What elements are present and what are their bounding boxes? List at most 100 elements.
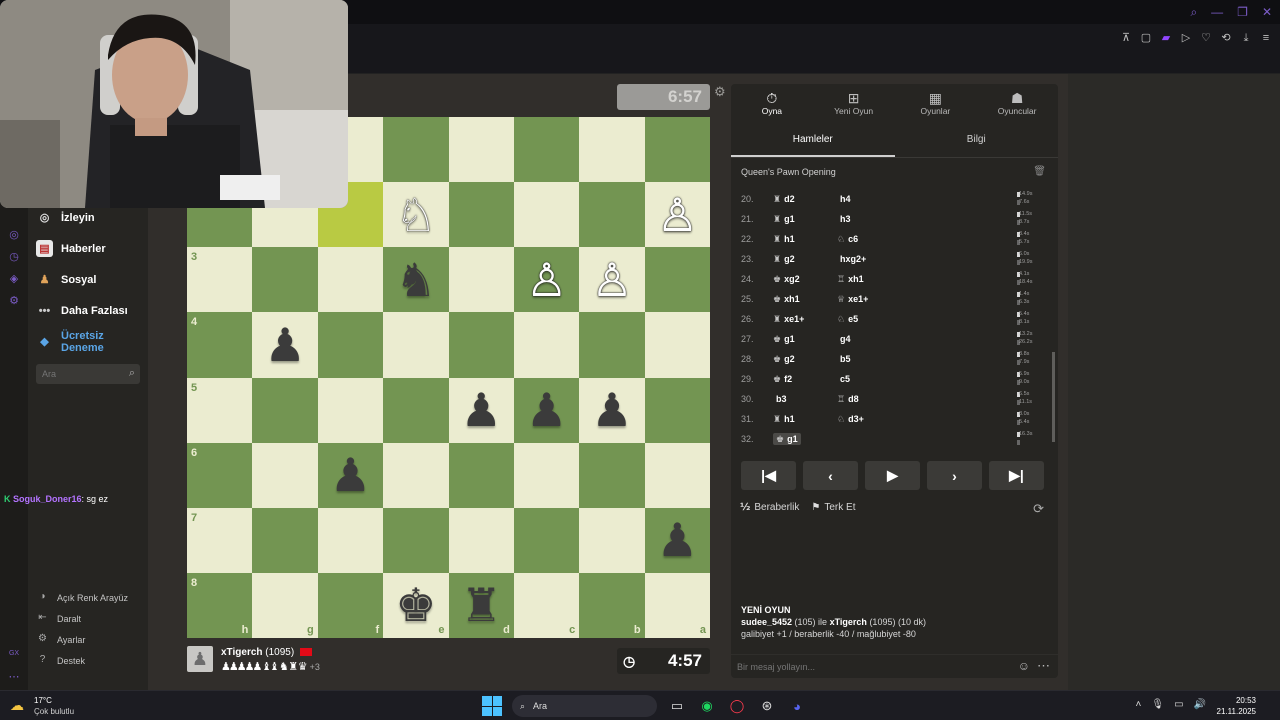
square-c7[interactable] <box>513 507 580 573</box>
nav-social[interactable]: ♟ Sosyal <box>36 271 97 288</box>
black-move[interactable] <box>837 434 840 445</box>
square-g7[interactable] <box>252 507 318 573</box>
square-e7[interactable] <box>383 507 449 573</box>
square-d2[interactable] <box>448 182 514 248</box>
discord-icon[interactable]: ◕ <box>787 696 807 716</box>
collapse-button[interactable]: ⇤ Daralt <box>36 612 81 625</box>
maximize-icon[interactable]: ❐ <box>1237 5 1248 20</box>
light-theme-toggle[interactable]: ◑ Açık Renk Arayüz <box>36 591 128 604</box>
square-b5[interactable]: ♟ <box>579 377 645 443</box>
square-e2[interactable]: ♘ <box>383 182 449 248</box>
white-move[interactable]: ♚ xg2 <box>773 274 800 285</box>
dots-icon[interactable]: ⋯ <box>7 670 21 684</box>
square-f4[interactable] <box>317 312 384 378</box>
square-e3[interactable]: ♞ <box>383 247 449 313</box>
square-d7[interactable] <box>448 507 514 573</box>
square-f5[interactable] <box>317 377 384 443</box>
taskbar-search[interactable]: ⌕ Ara <box>512 695 657 717</box>
square-b7[interactable] <box>579 507 645 573</box>
download-icon[interactable]: ⤓ <box>1240 32 1252 44</box>
square-d6[interactable] <box>448 442 514 508</box>
square-h7[interactable]: 7 <box>187 507 253 573</box>
square-f7[interactable] <box>317 507 384 573</box>
black-pawn-icon[interactable]: ♟ <box>514 378 579 443</box>
white-move[interactable]: ♜ d2 <box>773 194 795 205</box>
opera-gx-icon[interactable]: ◯ <box>727 696 747 716</box>
previous-move-button[interactable]: ‹ <box>803 461 858 490</box>
emoji-icon[interactable]: ☺ <box>1018 659 1030 673</box>
white-move[interactable]: ♜ g2 <box>773 254 795 265</box>
white-knight-icon[interactable]: ♘ <box>383 182 448 247</box>
heart-icon[interactable]: ♡ <box>1200 32 1212 44</box>
square-h6[interactable]: 6 <box>187 442 253 508</box>
share-icon[interactable]: ⟲ <box>1220 32 1232 44</box>
square-c8[interactable]: c <box>513 572 580 638</box>
settings-button[interactable]: ⚙ Ayarlar <box>36 633 85 646</box>
white-move[interactable]: ♜ h1 <box>773 234 795 245</box>
square-g6[interactable] <box>252 442 318 508</box>
square-e4[interactable] <box>383 312 449 378</box>
black-move[interactable]: hxg2+ <box>837 254 866 265</box>
tab-new-game[interactable]: ⊞ Yeni Oyun <box>813 84 895 124</box>
discord-icon[interactable]: ◈ <box>7 272 21 286</box>
board-settings-icon[interactable]: ⚙ <box>714 84 726 100</box>
black-move[interactable]: ♘ d3+ <box>837 414 864 425</box>
black-pawn-icon[interactable]: ♟ <box>318 443 383 508</box>
square-a2[interactable]: ♙ <box>644 182 710 248</box>
square-h5[interactable]: 5 <box>187 377 253 443</box>
black-pawn-icon[interactable]: ♟ <box>579 378 644 443</box>
avatar[interactable]: ♟ <box>187 646 213 672</box>
square-d5[interactable]: ♟ <box>448 377 514 443</box>
square-f8[interactable]: f <box>317 572 384 638</box>
black-move[interactable]: ♖ xh1 <box>837 274 864 285</box>
screenshot-icon[interactable]: ▢ <box>1140 32 1152 44</box>
start-button[interactable] <box>482 696 502 716</box>
chevron-up-icon[interactable]: ˄ <box>1136 699 1142 710</box>
spotify-icon[interactable]: ◉ <box>697 696 717 716</box>
square-e1[interactable] <box>383 117 449 183</box>
square-b3[interactable]: ♙ <box>579 247 645 313</box>
square-b2[interactable] <box>579 182 645 248</box>
target-icon[interactable]: ◎ <box>7 228 21 242</box>
square-h4[interactable]: 4 <box>187 312 253 378</box>
black-move[interactable]: g4 <box>837 334 851 345</box>
square-a5[interactable] <box>644 377 710 443</box>
white-move[interactable]: ♚ f2 <box>773 374 792 385</box>
black-pawn-icon[interactable]: ♟ <box>645 508 710 573</box>
white-move[interactable]: b3 <box>773 394 787 405</box>
black-move[interactable]: b5 <box>837 354 851 365</box>
scrollbar-thumb[interactable] <box>1052 352 1055 442</box>
white-move[interactable]: ♜ g1 <box>773 214 795 225</box>
network-icon[interactable]: ▭ <box>1174 699 1183 710</box>
nav-free-trial[interactable]: ◆ Ücretsiz Deneme <box>36 330 121 354</box>
black-move[interactable]: ♖ d8 <box>837 394 859 405</box>
white-move[interactable]: ♚ g1 <box>773 334 795 345</box>
square-d1[interactable] <box>448 117 514 183</box>
square-h8[interactable]: 8h <box>187 572 253 638</box>
black-knight-icon[interactable]: ♞ <box>383 247 448 312</box>
twitch-icon[interactable]: ▰ <box>1160 32 1172 44</box>
white-move[interactable]: ♜ xe1+ <box>773 314 804 325</box>
white-pawn-icon[interactable]: ♙ <box>645 182 710 247</box>
black-move[interactable]: ♘ c6 <box>837 234 858 245</box>
mic-icon[interactable]: 🎙 <box>1151 699 1164 710</box>
move-list-scrollbar[interactable] <box>1052 184 1055 446</box>
message-input[interactable] <box>737 659 987 675</box>
black-rook-icon[interactable]: ♜ <box>449 573 514 638</box>
play-button[interactable]: ▶ <box>865 461 920 490</box>
white-pawn-icon[interactable]: ♙ <box>514 247 579 312</box>
volume-icon[interactable]: 🔊 <box>1194 699 1206 710</box>
search-icon[interactable]: ⌕ <box>129 367 135 380</box>
square-d3[interactable] <box>448 247 514 313</box>
tab-players[interactable]: ☗ Oyuncular <box>976 84 1058 124</box>
tab-moves[interactable]: Hamleler <box>731 128 895 157</box>
search-icon[interactable]: ⌕ <box>1190 5 1197 20</box>
resign-button[interactable]: ⚑ Terk Et <box>811 502 855 513</box>
black-move[interactable]: h4 <box>837 194 851 205</box>
square-a1[interactable] <box>644 117 710 183</box>
menu-icon[interactable]: ≡ <box>1260 32 1272 44</box>
black-move[interactable]: ♘ e5 <box>837 314 858 325</box>
square-a6[interactable] <box>644 442 710 508</box>
history-icon[interactable]: ◷ <box>7 250 21 264</box>
square-a4[interactable] <box>644 312 710 378</box>
